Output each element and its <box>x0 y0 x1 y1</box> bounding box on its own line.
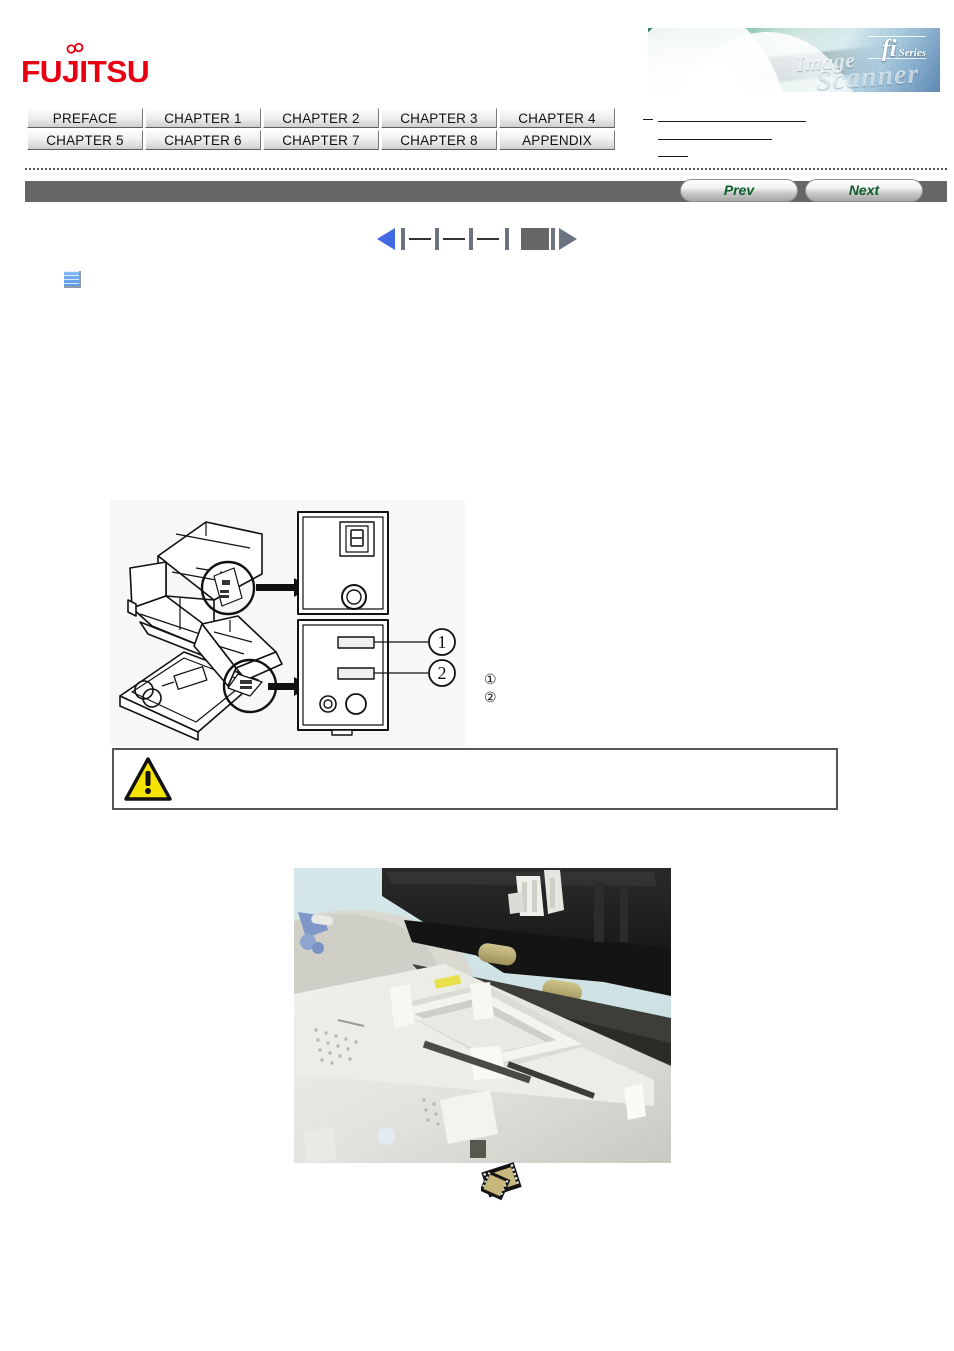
next-button[interactable]: Next <box>805 179 923 202</box>
side-link-1[interactable] <box>658 121 806 122</box>
operator-panel-top <box>297 511 389 615</box>
prev-button[interactable]: Prev <box>680 179 798 202</box>
callout-marker-2: ② <box>484 689 497 705</box>
step-connector-1 <box>409 238 431 240</box>
fi-series-banner: Image Scanner fi Series <box>648 28 940 92</box>
dotted-divider <box>25 168 947 170</box>
scanner-diagram-svg: 1 2 <box>119 511 456 741</box>
side-link-2[interactable] <box>658 139 772 140</box>
step-tick-1[interactable] <box>401 228 405 250</box>
caution-box <box>112 748 838 810</box>
step-current-indicator[interactable] <box>521 228 549 250</box>
step-tick-5[interactable] <box>551 228 555 250</box>
nav-tab-chapter-8[interactable]: CHAPTER 8 <box>381 130 497 150</box>
nav-tab-chapter-7[interactable]: CHAPTER 7 <box>263 130 379 150</box>
step-connector-3 <box>477 238 499 240</box>
led-indicator-1 <box>337 636 375 649</box>
scanner-open-rollers-photo <box>294 868 671 1163</box>
side-link-3[interactable] <box>658 156 688 157</box>
scanner-flatbed-illustration <box>119 615 283 741</box>
blue-square-icon <box>64 271 81 288</box>
step-forward-arrow-icon[interactable] <box>559 228 577 250</box>
chapter-nav-row: PREFACE CHAPTER 1 CHAPTER 2 CHAPTER 3 CH… <box>27 108 615 128</box>
paper-guide-center <box>470 982 494 1020</box>
step-connector-2 <box>443 238 465 240</box>
nav-tab-chapter-2[interactable]: CHAPTER 2 <box>263 108 379 128</box>
film-strip-icon[interactable] <box>479 1160 527 1202</box>
nav-tab-chapter-5[interactable]: CHAPTER 5 <box>27 130 143 150</box>
step-back-arrow-icon[interactable] <box>377 228 395 250</box>
diagram-callout-list: ① ② <box>484 670 508 706</box>
nav-connector-dash <box>643 119 653 120</box>
callout-row-1: ① <box>484 670 508 688</box>
nav-tab-preface[interactable]: PREFACE <box>27 108 143 128</box>
callout-marker-1: ① <box>484 671 497 687</box>
svg-text:2: 2 <box>438 663 447 683</box>
chapter-navigation-table: PREFACE CHAPTER 1 CHAPTER 2 CHAPTER 3 CH… <box>25 106 617 152</box>
callout-number-2: 2 <box>428 659 456 687</box>
step-tick-4[interactable] <box>505 228 509 250</box>
nav-tab-chapter-6[interactable]: CHAPTER 6 <box>145 130 261 150</box>
step-tick-2[interactable] <box>435 228 439 250</box>
scanner-line-diagram: 1 2 <box>110 500 465 746</box>
operator-panel-bottom <box>297 619 389 736</box>
nav-tab-appendix[interactable]: APPENDIX <box>499 130 615 150</box>
callout-number-1: 1 <box>428 628 456 656</box>
fi-series-mark: fi Series <box>882 37 926 61</box>
pick-roller-bracket <box>508 870 564 916</box>
paper-guide-left <box>390 984 414 1028</box>
led-indicator-2 <box>337 667 375 680</box>
step-navigator <box>377 226 577 252</box>
fi-letters: fi <box>881 36 897 62</box>
svg-text:1: 1 <box>438 632 447 652</box>
fujitsu-wordmark: FUJITSU <box>21 54 150 89</box>
chapter-nav-row: CHAPTER 5 CHAPTER 6 CHAPTER 7 CHAPTER 8 … <box>27 130 615 150</box>
nav-tab-chapter-1[interactable]: CHAPTER 1 <box>145 108 261 128</box>
callout-row-2: ② <box>484 688 508 706</box>
warning-triangle-icon <box>124 757 172 801</box>
scanner-photo-svg <box>294 868 671 1163</box>
series-word: Series <box>898 47 927 59</box>
film-strip-svg <box>479 1162 522 1201</box>
nav-tab-chapter-4[interactable]: CHAPTER 4 <box>499 108 615 128</box>
step-tick-3[interactable] <box>469 228 473 250</box>
fujitsu-logo: FUJITSU <box>21 42 150 87</box>
nav-tab-chapter-3[interactable]: CHAPTER 3 <box>381 108 497 128</box>
